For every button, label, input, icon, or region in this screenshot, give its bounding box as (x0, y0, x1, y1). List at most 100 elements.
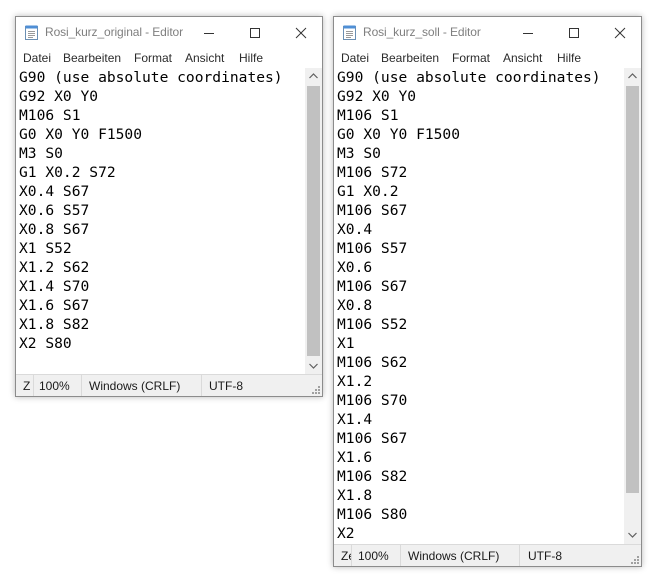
text-line: M106 S57 (337, 240, 408, 257)
scroll-up-button[interactable] (624, 68, 641, 85)
text-line: X2 (337, 525, 355, 542)
menu-bearbeiten[interactable]: Bearbeiten (63, 51, 121, 65)
text-line: M106 S1 (337, 107, 399, 124)
text-line: X1.2 S62 (19, 259, 90, 276)
text-line: X1.8 (337, 487, 373, 504)
chevron-down-icon (628, 532, 637, 538)
text-line: X0.4 S67 (19, 183, 90, 200)
text-line: X1.8 S82 (19, 316, 90, 333)
vertical-scrollbar[interactable] (624, 68, 641, 544)
text-line: M106 S52 (337, 316, 408, 333)
status-line-ending: Windows (CRLF) (89, 379, 181, 393)
text-line: X1.2 (337, 373, 373, 390)
notepad-window-soll: Rosi_kurz_soll - Editor Datei Bearbeiten… (333, 16, 642, 567)
text-line: G1 X0.2 S72 (19, 164, 116, 181)
status-divider (351, 545, 352, 566)
notepad-icon (343, 25, 356, 40)
text-editor[interactable]: G90 (use absolute coordinates) G92 X0 Y0… (334, 68, 624, 544)
status-divider (519, 545, 520, 566)
text-line: X1.4 (337, 411, 373, 428)
close-icon (614, 27, 626, 39)
text-line: X0.6 (337, 259, 373, 276)
menu-ansicht[interactable]: Ansicht (503, 51, 542, 65)
menu-hilfe[interactable]: Hilfe (557, 51, 581, 65)
title-bar[interactable]: Rosi_kurz_original - Editor (16, 17, 322, 48)
scroll-down-button[interactable] (305, 358, 322, 375)
title-bar[interactable]: Rosi_kurz_soll - Editor (334, 17, 641, 48)
text-line: X0.6 S57 (19, 202, 90, 219)
vertical-scrollbar[interactable] (305, 68, 322, 375)
scroll-down-button[interactable] (624, 527, 641, 544)
status-line-ending: Windows (CRLF) (408, 549, 500, 563)
text-line: M106 S1 (19, 107, 81, 124)
text-line: M106 S82 (337, 468, 408, 485)
menu-ansicht[interactable]: Ansicht (185, 51, 224, 65)
menu-datei[interactable]: Datei (341, 51, 369, 65)
menu-format[interactable]: Format (452, 51, 490, 65)
close-button[interactable] (278, 17, 324, 48)
text-line: M106 S62 (337, 354, 408, 371)
maximize-button[interactable] (551, 17, 597, 48)
status-divider (33, 375, 34, 396)
text-line: X1 (337, 335, 355, 352)
text-line: M3 S0 (337, 145, 381, 162)
text-editor[interactable]: G90 (use absolute coordinates) G92 X0 Y0… (16, 68, 305, 375)
text-line: X1.4 S70 (19, 278, 90, 295)
text-line: G1 X0.2 (337, 183, 399, 200)
menu-datei[interactable]: Datei (23, 51, 51, 65)
maximize-button[interactable] (232, 17, 278, 48)
text-line: G92 X0 Y0 (337, 88, 417, 105)
menu-bar: Datei Bearbeiten Format Ansicht Hilfe (334, 48, 641, 68)
window-title: Rosi_kurz_original - Editor (45, 25, 184, 39)
text-line: X0.8 S67 (19, 221, 90, 238)
text-line: X0.4 (337, 221, 373, 238)
close-button[interactable] (597, 17, 643, 48)
text-line: G90 (use absolute coordinates) (337, 69, 601, 86)
text-line: X1.6 (337, 449, 373, 466)
text-line: G0 X0 Y0 F1500 (337, 126, 461, 143)
text-line: M106 S72 (337, 164, 408, 181)
status-zoom: 100% (358, 549, 389, 563)
scroll-up-button[interactable] (305, 68, 322, 85)
maximize-icon (250, 28, 260, 38)
status-zoom: 100% (39, 379, 70, 393)
close-icon (295, 27, 307, 39)
scrollbar-thumb[interactable] (626, 86, 639, 493)
text-line: G92 X0 Y0 (19, 88, 99, 105)
status-position: Ze (341, 549, 351, 563)
minimize-icon (204, 33, 214, 34)
scrollbar-thumb[interactable] (307, 86, 320, 356)
chevron-up-icon (309, 73, 318, 79)
resize-grip-icon[interactable] (629, 554, 639, 564)
text-line: M106 S67 (337, 278, 408, 295)
text-line: X1.6 S67 (19, 297, 90, 314)
menu-bearbeiten[interactable]: Bearbeiten (381, 51, 439, 65)
text-line: M106 S70 (337, 392, 408, 409)
status-bar: Z 100% Windows (CRLF) UTF-8 (16, 374, 322, 396)
minimize-button[interactable] (505, 17, 551, 48)
notepad-window-original: Rosi_kurz_original - Editor Datei Bearbe… (15, 16, 323, 397)
status-encoding: UTF-8 (209, 379, 243, 393)
status-encoding: UTF-8 (528, 549, 562, 563)
status-position: Z (23, 379, 31, 393)
status-divider (81, 375, 82, 396)
text-line: X0.8 (337, 297, 373, 314)
text-line: X1 S52 (19, 240, 72, 257)
text-line: X2 S80 (19, 335, 72, 352)
menu-bar: Datei Bearbeiten Format Ansicht Hilfe (16, 48, 322, 68)
chevron-up-icon (628, 73, 637, 79)
text-line: G90 (use absolute coordinates) (19, 69, 283, 86)
notepad-icon (25, 25, 38, 40)
resize-grip-icon[interactable] (310, 384, 320, 394)
minimize-icon (523, 33, 533, 34)
minimize-button[interactable] (186, 17, 232, 48)
text-line: M106 S67 (337, 202, 408, 219)
window-title: Rosi_kurz_soll - Editor (363, 25, 481, 39)
text-line: M106 S80 (337, 506, 408, 523)
status-divider (201, 375, 202, 396)
menu-format[interactable]: Format (134, 51, 172, 65)
menu-hilfe[interactable]: Hilfe (239, 51, 263, 65)
maximize-icon (569, 28, 579, 38)
text-line: M3 S0 (19, 145, 63, 162)
status-bar: Ze 100% Windows (CRLF) UTF-8 (334, 544, 641, 566)
